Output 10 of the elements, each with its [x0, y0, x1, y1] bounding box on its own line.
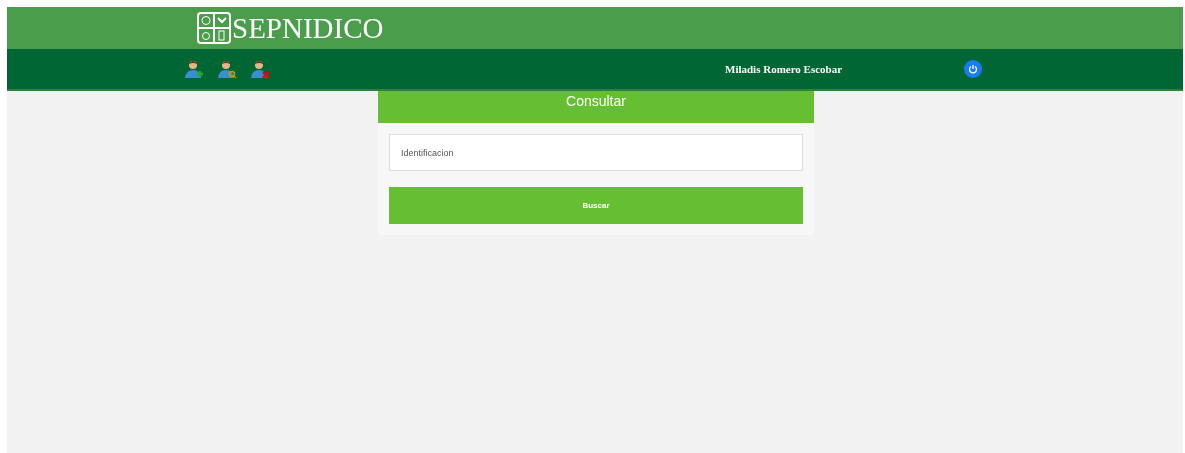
search-button[interactable]: Buscar: [389, 187, 803, 224]
logo-text: SEPNIDICO: [232, 13, 384, 43]
user-name: Miladis Romero Escobar: [725, 63, 843, 75]
identification-field[interactable]: Identificacion: [389, 134, 803, 171]
search-user-icon[interactable]: [217, 59, 237, 79]
card-title: Consultar: [378, 91, 814, 123]
logo-icon: [197, 12, 231, 44]
add-user-icon[interactable]: [184, 59, 204, 79]
remove-user-icon[interactable]: [250, 59, 270, 79]
power-icon[interactable]: [964, 60, 983, 78]
